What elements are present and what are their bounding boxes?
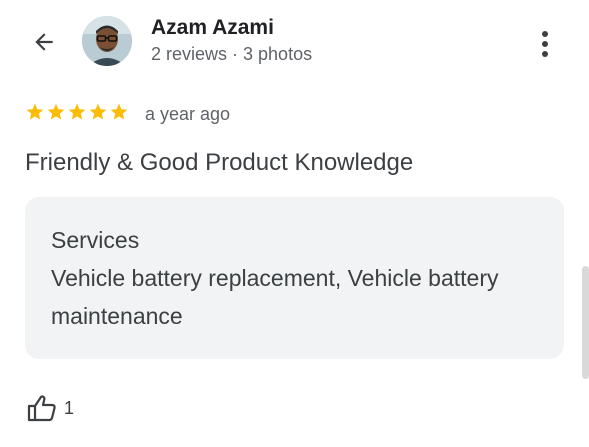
services-title: Services	[51, 227, 140, 253]
more-vert-icon	[542, 31, 548, 57]
avatar[interactable]	[82, 16, 132, 66]
arrow-back-icon	[35, 33, 53, 51]
back-button[interactable]	[24, 26, 64, 58]
services-card: Services Vehicle battery replacement, Ve…	[25, 197, 564, 359]
star-icon	[47, 103, 65, 120]
like-count: 1	[64, 397, 75, 418]
like-button[interactable]: 1	[27, 394, 74, 422]
thumb-up-icon	[27, 395, 56, 422]
star-icon	[89, 103, 107, 120]
reviewer-name[interactable]: Azam Azami	[151, 16, 274, 40]
reviewer-photo	[82, 16, 132, 66]
star-icon	[110, 103, 128, 120]
reviewer-meta: 2 reviews · 3 photos	[151, 44, 313, 64]
star-rating	[25, 102, 129, 122]
review-text: Friendly & Good Product Knowledge	[25, 149, 414, 176]
review-time: a year ago	[145, 104, 231, 124]
scrollbar[interactable]	[582, 266, 589, 379]
more-options-button[interactable]	[528, 24, 562, 64]
star-icon	[26, 103, 44, 120]
services-text: Vehicle battery replacement, Vehicle bat…	[51, 265, 499, 329]
star-icon	[68, 103, 86, 120]
